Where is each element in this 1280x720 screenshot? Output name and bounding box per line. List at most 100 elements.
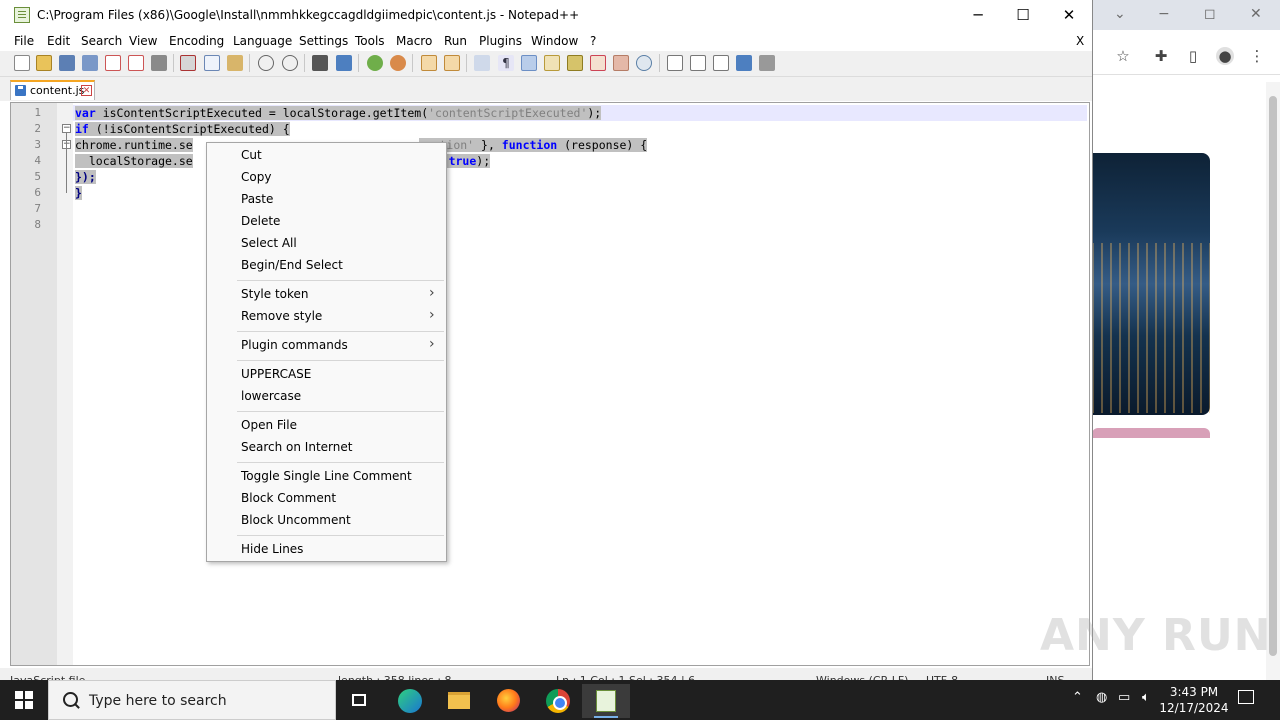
record-macro-icon[interactable] [667, 55, 683, 71]
menu-macro[interactable]: Macro [396, 34, 432, 48]
minimize-button[interactable]: ─ [955, 0, 1001, 31]
cut-icon[interactable] [180, 55, 196, 71]
code-token: isContentScriptExecuted = localStorage.g… [95, 106, 429, 120]
notepadpp-app-icon[interactable] [14, 7, 30, 23]
sync-horizontal-icon[interactable] [444, 55, 460, 71]
fold-toggle-icon[interactable]: − [62, 124, 71, 133]
menu-item-begin-end-select[interactable]: Begin/End Select [207, 255, 446, 277]
notifications-icon[interactable] [1238, 690, 1254, 704]
paste-icon[interactable] [227, 55, 243, 71]
menu-item-style-token[interactable]: Style token › [207, 284, 446, 306]
menu-search[interactable]: Search [81, 34, 122, 48]
menu-item-paste[interactable]: Paste [207, 189, 446, 211]
indent-guide-icon[interactable] [521, 55, 537, 71]
menu-item-delete[interactable]: Delete [207, 211, 446, 233]
zoom-in-icon[interactable] [367, 55, 383, 71]
taskbar-search-box[interactable]: Type here to search [48, 680, 336, 720]
menu-item-hide-lines[interactable]: Hide Lines [207, 539, 446, 561]
chrome-tab-search-icon[interactable]: ⌄ [1114, 6, 1126, 22]
monitoring-icon[interactable] [636, 55, 652, 71]
menu-language[interactable]: Language [233, 34, 292, 48]
extensions-icon[interactable]: ✚ [1152, 47, 1170, 65]
menu-item-block-uncomment[interactable]: Block Uncomment [207, 510, 446, 532]
redo-icon[interactable] [282, 55, 298, 71]
chrome-close-button[interactable]: ✕ [1250, 6, 1262, 22]
save-macro-icon[interactable] [759, 55, 775, 71]
start-button[interactable] [0, 680, 48, 720]
security-icon[interactable]: ◍ [1096, 690, 1107, 705]
undo-icon[interactable] [258, 55, 274, 71]
menu-item-plugin-commands[interactable]: Plugin commands › [207, 335, 446, 357]
user-language-icon[interactable] [544, 55, 560, 71]
doc-map-icon[interactable] [567, 55, 583, 71]
taskbar-clock[interactable]: 3:43 PM 12/17/2024 [1158, 684, 1230, 716]
side-panel-icon[interactable]: ▯ [1184, 47, 1202, 65]
taskbar-file-explorer[interactable] [435, 684, 483, 718]
copy-icon[interactable] [204, 55, 220, 71]
menu-item-lowercase[interactable]: lowercase [207, 386, 446, 408]
find-icon[interactable] [312, 55, 328, 71]
toolbar-separator [659, 54, 660, 72]
function-list-icon[interactable] [590, 55, 606, 71]
menu-help[interactable]: ? [590, 34, 596, 48]
menu-item-select-all[interactable]: Select All [207, 233, 446, 255]
sync-vertical-icon[interactable] [421, 55, 437, 71]
taskbar-chrome[interactable] [533, 684, 581, 718]
menu-settings[interactable]: Settings [299, 34, 348, 48]
editor-area[interactable]: 1 2 3 4 5 6 7 8 − − var isContentScriptE… [10, 102, 1090, 666]
taskbar-edge[interactable] [386, 684, 434, 718]
night-city-image[interactable] [1092, 153, 1210, 415]
tab-content-js[interactable]: content.js ✕ [10, 80, 95, 100]
save-all-icon[interactable] [82, 55, 98, 71]
menu-plugins[interactable]: Plugins [479, 34, 522, 48]
taskbar-notepadpp[interactable] [582, 684, 630, 718]
chrome-maximize-button[interactable]: ◻ [1204, 6, 1216, 22]
open-file-icon[interactable] [36, 55, 52, 71]
close-file-icon[interactable] [105, 55, 121, 71]
tab-close-icon[interactable]: ✕ [81, 85, 92, 96]
taskbar-firefox[interactable] [484, 684, 532, 718]
close-button[interactable]: ✕ [1046, 0, 1092, 31]
chrome-scrollbar[interactable] [1266, 82, 1280, 680]
menu-item-toggle-single-line-comment[interactable]: Toggle Single Line Comment [207, 466, 446, 488]
menu-item-search-on-internet[interactable]: Search on Internet [207, 437, 446, 459]
word-wrap-icon[interactable] [474, 55, 490, 71]
chrome-menu-icon[interactable]: ⋮ [1248, 47, 1266, 65]
menu-item-remove-style[interactable]: Remove style › [207, 306, 446, 328]
maximize-button[interactable]: ☐ [1000, 0, 1046, 31]
menu-window[interactable]: Window [531, 34, 578, 48]
save-icon[interactable] [59, 55, 75, 71]
chrome-scroll-thumb[interactable] [1269, 96, 1277, 656]
menu-item-copy[interactable]: Copy [207, 167, 446, 189]
show-hidden-icons-icon[interactable]: ⌃ [1072, 690, 1083, 705]
print-icon[interactable] [151, 55, 167, 71]
run-macro-multiple-icon[interactable] [736, 55, 752, 71]
show-all-characters-icon[interactable]: ¶ [498, 55, 514, 71]
menu-item-label: Toggle Single Line Comment [241, 469, 412, 483]
menu-edit[interactable]: Edit [47, 34, 70, 48]
menu-item-block-comment[interactable]: Block Comment [207, 488, 446, 510]
menu-encoding[interactable]: Encoding [169, 34, 224, 48]
menu-file[interactable]: File [14, 34, 34, 48]
replace-icon[interactable] [336, 55, 352, 71]
network-icon[interactable]: ▭ [1118, 690, 1130, 705]
menu-item-open-file[interactable]: Open File [207, 415, 446, 437]
zoom-out-icon[interactable] [390, 55, 406, 71]
play-macro-icon[interactable] [713, 55, 729, 71]
menu-tools[interactable]: Tools [355, 34, 385, 48]
menu-item-uppercase[interactable]: UPPERCASE [207, 364, 446, 386]
chrome-minimize-button[interactable]: − [1158, 6, 1170, 22]
task-view-button[interactable] [336, 684, 384, 718]
menu-item-cut[interactable]: Cut [207, 145, 446, 167]
folder-workspace-icon[interactable] [613, 55, 629, 71]
profile-avatar-icon[interactable]: ● [1216, 47, 1234, 65]
stop-macro-icon[interactable] [690, 55, 706, 71]
bookmark-star-icon[interactable]: ☆ [1114, 47, 1132, 65]
close-document-x[interactable]: X [1076, 34, 1084, 48]
menu-view[interactable]: View [129, 34, 157, 48]
new-file-icon[interactable] [14, 55, 30, 71]
volume-icon[interactable]: 🔈︎ [1142, 690, 1150, 705]
pink-flowers-image[interactable] [1092, 428, 1210, 438]
menu-run[interactable]: Run [444, 34, 467, 48]
close-all-icon[interactable] [128, 55, 144, 71]
